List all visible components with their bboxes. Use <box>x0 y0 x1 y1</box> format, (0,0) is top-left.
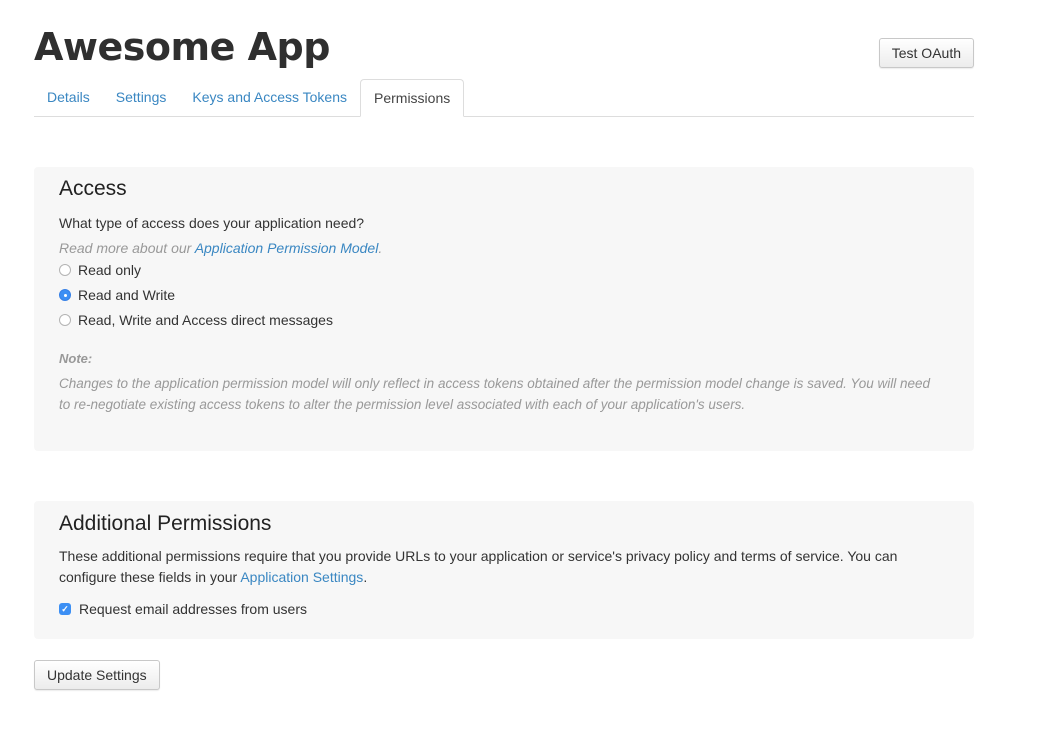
test-oauth-button[interactable]: Test OAuth <box>878 38 974 68</box>
radio-read-only[interactable]: Read only <box>59 262 141 278</box>
note-label: Note: <box>59 351 93 366</box>
tab-keys-and-access-tokens[interactable]: Keys and Access Tokens <box>179 79 360 116</box>
access-question: What type of access does your applicatio… <box>59 215 365 231</box>
additional-permissions-panel: Additional Permissions These additional … <box>34 501 974 639</box>
read-more-text: Read more about our Application Permissi… <box>59 240 382 256</box>
additional-text-prefix: These additional permissions require tha… <box>59 548 898 585</box>
read-more-prefix: Read more about our <box>59 240 195 256</box>
additional-permissions-text: These additional permissions require tha… <box>59 546 939 588</box>
access-panel: Access What type of access does your app… <box>34 167 974 451</box>
radio-label: Read and Write <box>78 287 176 303</box>
application-settings-link[interactable]: Application Settings <box>240 569 363 585</box>
additional-permissions-heading: Additional Permissions <box>59 512 272 535</box>
note-text: Changes to the application permission mo… <box>59 376 930 412</box>
update-settings-button[interactable]: Update Settings <box>34 660 160 690</box>
app-title: Awesome App <box>34 25 330 69</box>
request-email-checkbox[interactable]: ✓ <box>59 603 71 615</box>
checkbox-label: Request email addresses from users <box>79 601 307 617</box>
radio-read-and-write[interactable]: Read and Write <box>59 287 175 303</box>
tab-bar: Details Settings Keys and Access Tokens … <box>34 79 974 117</box>
additional-text-suffix: . <box>363 569 368 585</box>
checkmark-icon: ✓ <box>61 604 69 614</box>
radio-button-read-only[interactable] <box>59 264 71 276</box>
tab-settings[interactable]: Settings <box>103 79 180 116</box>
tab-permissions[interactable]: Permissions <box>360 79 465 117</box>
radio-label: Read, Write and Access direct messages <box>78 312 333 328</box>
application-permission-model-link[interactable]: Application Permission Model <box>195 240 379 256</box>
radio-read-write-dm[interactable]: Read, Write and Access direct messages <box>59 312 333 328</box>
radio-label: Read only <box>78 262 142 278</box>
tab-details[interactable]: Details <box>34 79 103 116</box>
access-heading: Access <box>59 177 127 200</box>
read-more-suffix: . <box>378 240 383 256</box>
radio-button-read-and-write[interactable] <box>59 289 71 301</box>
radio-button-read-write-dm[interactable] <box>59 314 71 326</box>
request-email-option[interactable]: ✓ Request email addresses from users <box>59 601 307 617</box>
